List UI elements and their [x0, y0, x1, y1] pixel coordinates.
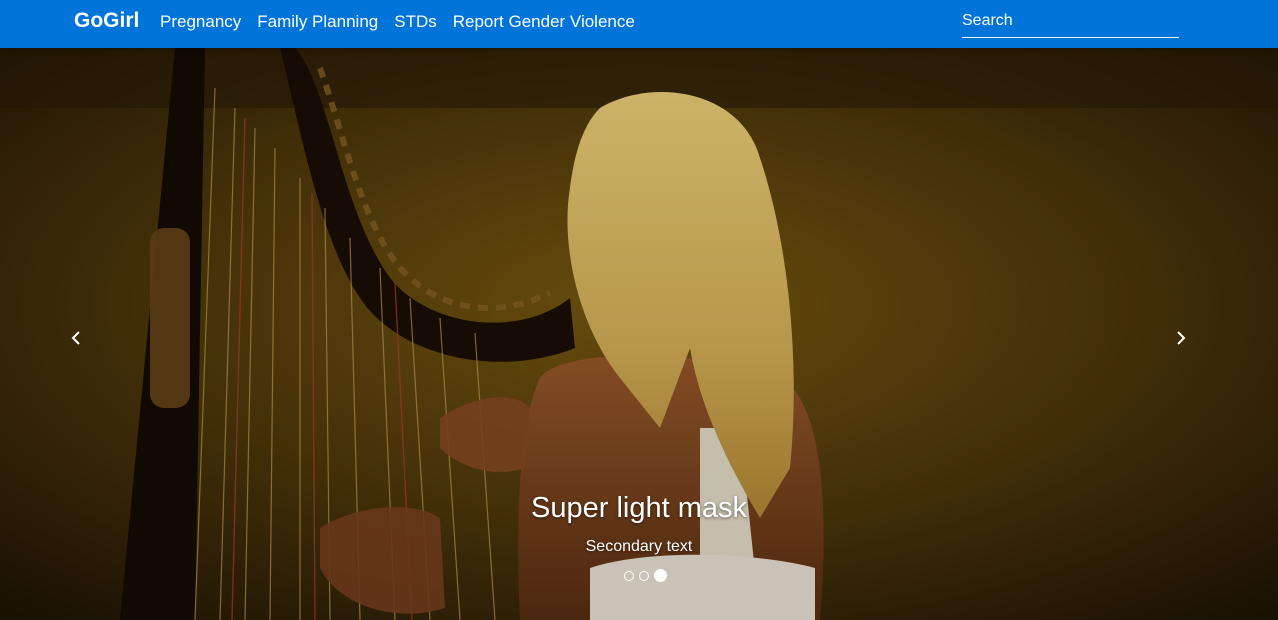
indicator-slide-1[interactable] [623, 571, 634, 581]
carousel-caption: Super light mask Secondary text [0, 488, 1278, 558]
indicator-slide-3[interactable] [653, 569, 667, 582]
carousel-next-button[interactable] [1161, 318, 1201, 358]
nav-link-stds[interactable]: STDs [394, 12, 437, 32]
caption-text: Secondary text [585, 538, 693, 555]
carousel-indicators [0, 569, 1278, 582]
search-input[interactable] [962, 6, 1179, 36]
nav-link-family-planning[interactable]: Family Planning [257, 12, 378, 32]
brand-logo[interactable]: GoGirl [74, 9, 139, 33]
chevron-left-icon [71, 331, 80, 345]
nav-links: Pregnancy Family Planning STDs Report Ge… [160, 12, 635, 32]
hero-carousel: Super light mask Secondary text [0, 48, 1278, 620]
nav-link-report-gender-violence[interactable]: Report Gender Violence [453, 12, 635, 32]
caption-title: Super light mask [531, 492, 747, 524]
top-navbar: GoGirl Pregnancy Family Planning STDs Re… [0, 0, 1278, 48]
search-box [962, 6, 1179, 38]
indicator-slide-2[interactable] [638, 571, 649, 581]
carousel-prev-button[interactable] [56, 318, 96, 358]
chevron-right-icon [1177, 331, 1186, 345]
nav-link-pregnancy[interactable]: Pregnancy [160, 12, 241, 32]
